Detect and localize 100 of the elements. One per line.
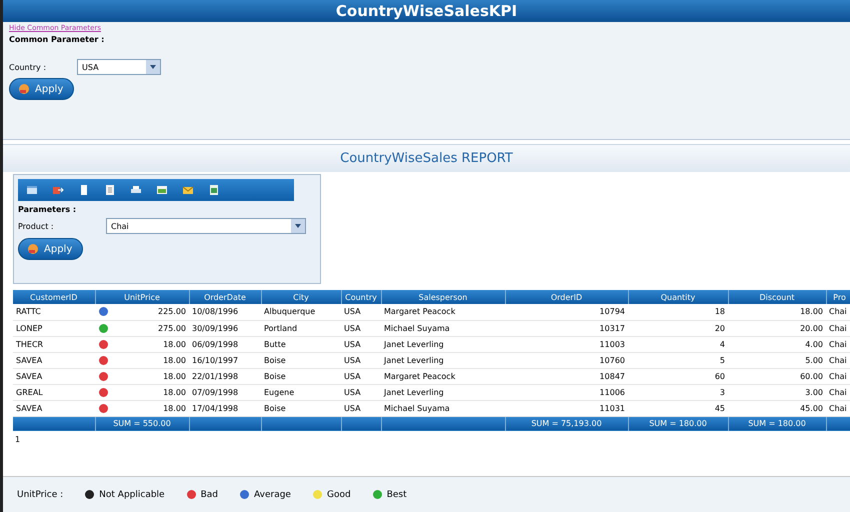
- table-cell: Michael Suyama: [381, 400, 505, 416]
- table-cell: 4.00: [728, 336, 826, 352]
- section-heading: Common Parameter :: [9, 35, 104, 44]
- field-label: Country :: [9, 62, 48, 72]
- table-cell: 07/09/1998: [189, 384, 261, 400]
- table-cell: Michael Suyama: [381, 320, 505, 336]
- column-header[interactable]: Pro: [826, 290, 850, 304]
- table-cell: 17/04/1998: [189, 400, 261, 416]
- apply-button[interactable]: Apply: [18, 238, 84, 260]
- table-cell: 3.00: [728, 384, 826, 400]
- image-icon[interactable]: [156, 184, 168, 196]
- table-cell: Boise: [261, 368, 341, 384]
- table-cell: 4: [628, 336, 728, 352]
- sum-cell: SUM = 550.00: [95, 416, 189, 431]
- table-cell: SAVEA: [13, 368, 95, 384]
- table-cell: Butte: [261, 336, 341, 352]
- page-icon[interactable]: [104, 184, 116, 196]
- table-cell: 60: [628, 368, 728, 384]
- table-cell: 16/10/1997: [189, 352, 261, 368]
- table-cell: Albuquerque: [261, 304, 341, 320]
- table-cell: SAVEA: [13, 352, 95, 368]
- table-cell: Boise: [261, 352, 341, 368]
- table-cell: THECR: [13, 336, 95, 352]
- table-cell: Chai: [826, 336, 850, 352]
- column-header[interactable]: OrderID: [505, 290, 628, 304]
- section-heading: Parameters :: [18, 205, 76, 214]
- table-cell: 10794: [505, 304, 628, 320]
- envelope-icon[interactable]: [182, 184, 194, 196]
- table-cell: 30/09/1996: [189, 320, 261, 336]
- column-header[interactable]: CustomerID: [13, 290, 95, 304]
- apply-button[interactable]: Apply: [9, 78, 74, 100]
- table-cell: Chai: [826, 304, 850, 320]
- dropdown-caret-icon[interactable]: [146, 60, 160, 74]
- column-header[interactable]: OrderDate: [189, 290, 261, 304]
- field-label: Product :: [18, 222, 55, 230]
- printer-icon[interactable]: [130, 184, 142, 196]
- window-title: CountryWiseSalesKPI: [3, 0, 850, 22]
- table-cell: 3: [628, 384, 728, 400]
- table-cell: USA: [341, 384, 381, 400]
- spreadsheet-icon[interactable]: [208, 184, 220, 196]
- table-cell: Margaret Peacock: [381, 368, 505, 384]
- product-select[interactable]: Chai: [106, 218, 306, 234]
- legend-label: UnitPrice :: [17, 490, 64, 500]
- column-header[interactable]: Quantity: [628, 290, 728, 304]
- table-cell: 18.00: [95, 368, 189, 384]
- table-cell: Janet Leverling: [381, 352, 505, 368]
- column-header[interactable]: City: [261, 290, 341, 304]
- table-cell: 20.00: [728, 320, 826, 336]
- table-cell: 60.00: [728, 368, 826, 384]
- column-header[interactable]: UnitPrice: [95, 290, 189, 304]
- legend-text: Average: [254, 490, 291, 500]
- table-cell: USA: [341, 336, 381, 352]
- table-cell: USA: [341, 400, 381, 416]
- table-cell: 18.00: [728, 304, 826, 320]
- table-cell: 18.00: [95, 336, 189, 352]
- table-cell: Margaret Peacock: [381, 304, 505, 320]
- table-cell: 18.00: [95, 400, 189, 416]
- export-icon[interactable]: [52, 184, 64, 196]
- table-cell: GREAL: [13, 384, 95, 400]
- column-header[interactable]: Country: [341, 290, 381, 304]
- table-cell: 18: [628, 304, 728, 320]
- table-cell: 10317: [505, 320, 628, 336]
- legend-text: Not Applicable: [99, 490, 165, 500]
- table-cell: Chai: [826, 400, 850, 416]
- table-cell: USA: [341, 320, 381, 336]
- table-cell: 18.00: [95, 352, 189, 368]
- sum-cell: SUM = 75,193.00: [505, 416, 628, 431]
- table-cell: Eugene: [261, 384, 341, 400]
- table-cell: 06/09/1998: [189, 336, 261, 352]
- page-number[interactable]: 1: [15, 435, 20, 444]
- table-cell: Chai: [826, 352, 850, 368]
- table-cell: 11031: [505, 400, 628, 416]
- table-cell: 45: [628, 400, 728, 416]
- table-cell: 275.00: [95, 320, 189, 336]
- column-header[interactable]: Salesperson: [381, 290, 505, 304]
- table-cell: Chai: [826, 384, 850, 400]
- document-icon[interactable]: [78, 184, 90, 196]
- table-cell: 225.00: [95, 304, 189, 320]
- table-cell: 10760: [505, 352, 628, 368]
- table-cell: 5: [628, 352, 728, 368]
- table-cell: Janet Leverling: [381, 384, 505, 400]
- table-cell: Chai: [826, 320, 850, 336]
- legend-text: Good: [326, 490, 351, 500]
- sum-cell: SUM = 180.00: [628, 416, 728, 431]
- dropdown-caret-icon[interactable]: [291, 219, 305, 233]
- legend-text: Bad: [200, 490, 218, 500]
- table-cell: Portland: [261, 320, 341, 336]
- table-cell: 45.00: [728, 400, 826, 416]
- country-select[interactable]: USA: [77, 59, 161, 75]
- window-icon[interactable]: [26, 184, 38, 196]
- table-cell: USA: [341, 368, 381, 384]
- table-cell: LONEP: [13, 320, 95, 336]
- table-cell: 22/01/1998: [189, 368, 261, 384]
- table-cell: USA: [341, 304, 381, 320]
- column-header[interactable]: Discount: [728, 290, 826, 304]
- table-cell: 5.00: [728, 352, 826, 368]
- table-cell: SAVEA: [13, 400, 95, 416]
- legend-text: Best: [386, 490, 407, 500]
- table-cell: Chai: [826, 368, 850, 384]
- table-cell: RATTC: [13, 304, 95, 320]
